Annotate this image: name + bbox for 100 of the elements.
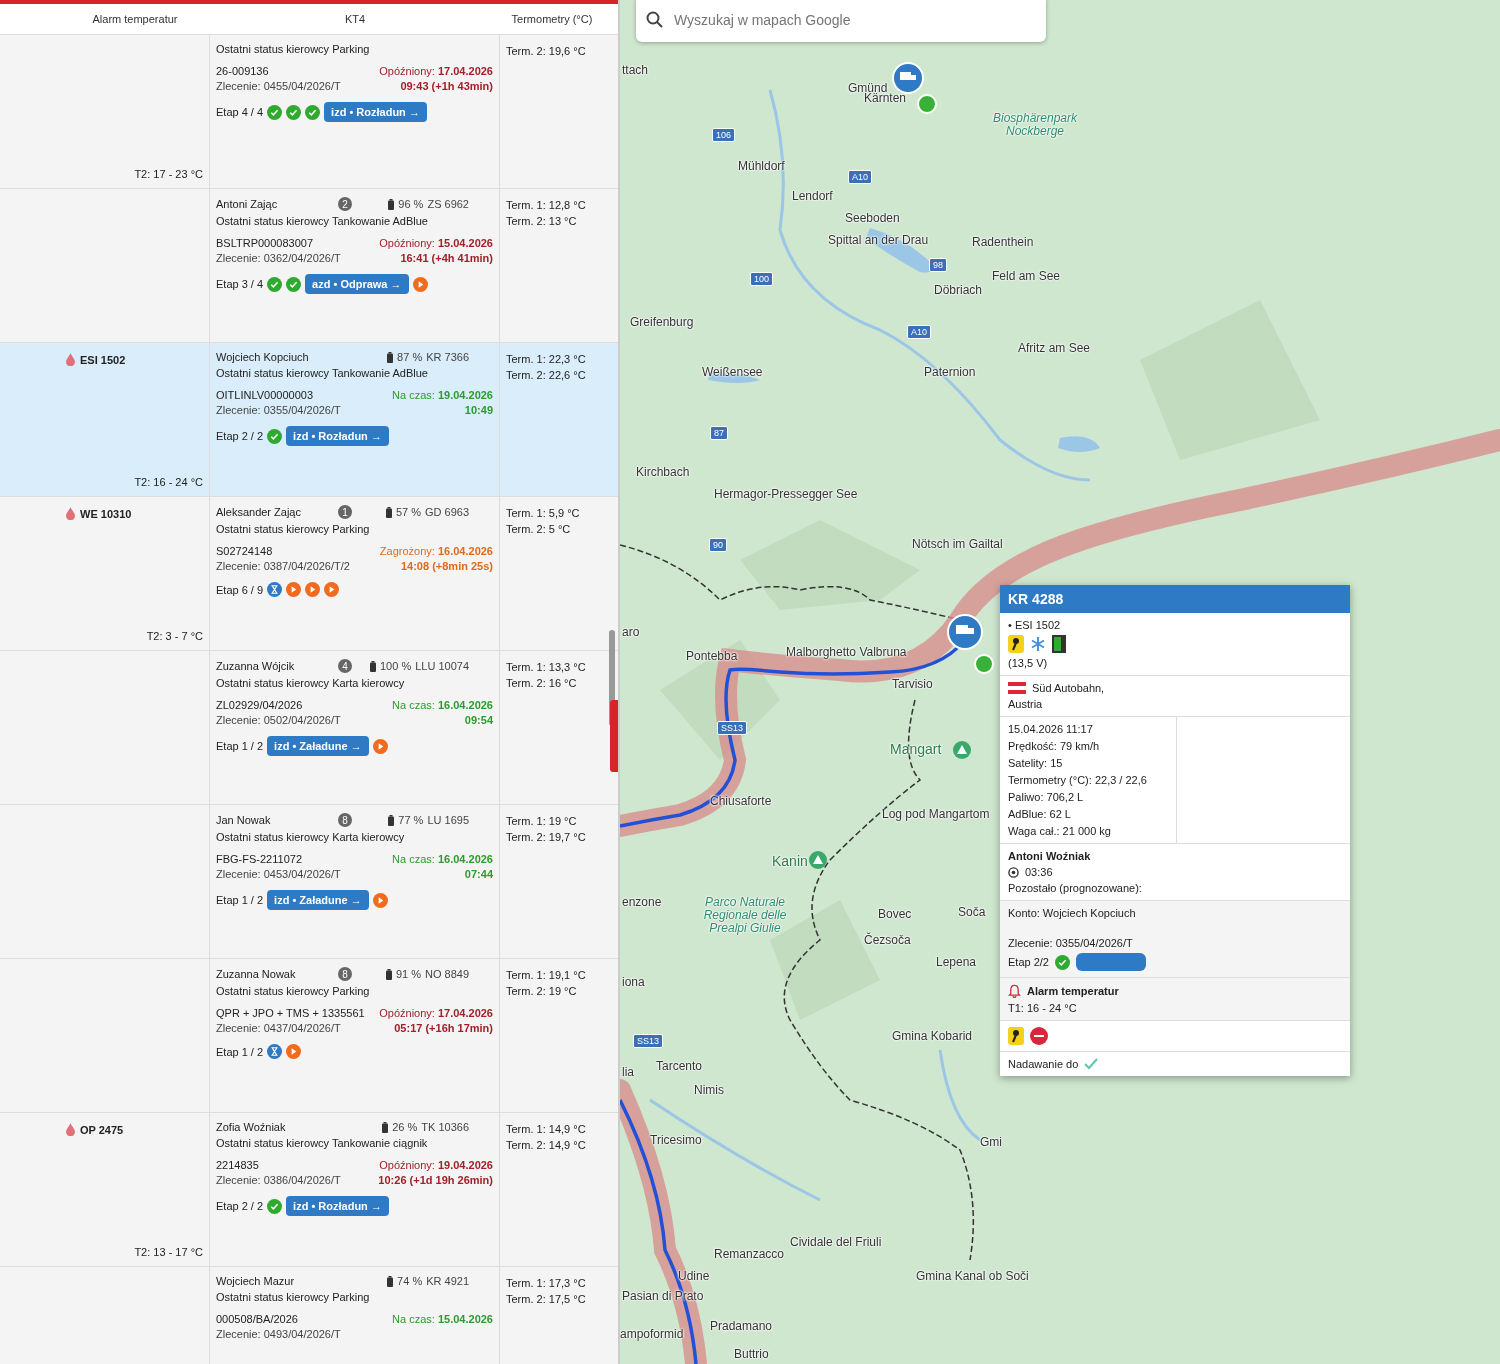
place-label: Čezsoča xyxy=(864,934,911,948)
order-reference: Zlecenie: 0453/04/2026/T xyxy=(216,868,341,880)
eta-date: Zagrożony: 16.04.2026 xyxy=(379,545,493,557)
driver-status: Ostatni status kierowcy Tankowanie AdBlue xyxy=(216,215,429,227)
vehicle-row[interactable] xyxy=(0,497,618,651)
map-view[interactable] xyxy=(620,0,1500,1364)
place-label: Weißensee xyxy=(702,366,763,380)
stage-label: Etap 1 / 2 xyxy=(216,1045,264,1058)
stage-action-button[interactable]: izd • Załadune → xyxy=(267,736,369,756)
driver-count-badge: 8 xyxy=(338,813,352,827)
play-icon[interactable] xyxy=(305,582,321,597)
play-icon[interactable] xyxy=(286,582,302,597)
stage-action-button[interactable]: izd • Rozładun → xyxy=(286,426,389,446)
thermometer-reading: Term. 2: 22,6 °C xyxy=(506,369,587,381)
place-label: Greifenburg xyxy=(630,316,694,330)
thermometer-reading: Term. 1: 14,9 °C xyxy=(506,1123,587,1135)
thermometer-reading: Term. 2: 5 °C xyxy=(506,523,572,535)
driver-status: Ostatni status kierowcy Parking xyxy=(216,1291,371,1303)
clock-icon xyxy=(1008,866,1019,878)
collapse-handle[interactable] xyxy=(610,700,618,772)
place-label: Tricesimo xyxy=(650,1134,702,1148)
place-label: Gmina Kanal ob Soči xyxy=(916,1270,1029,1284)
key-icon xyxy=(1008,635,1024,653)
hourglass-icon xyxy=(267,1044,283,1059)
play-icon[interactable] xyxy=(372,892,388,908)
driver-status: Ostatni status kierowcy Karta kierowcy xyxy=(216,677,406,689)
driver-count-badge: 4 xyxy=(338,659,352,673)
road-number: 87 xyxy=(710,426,728,440)
battery-icon xyxy=(388,198,395,210)
stage-label: Etap 1 / 2 xyxy=(216,894,264,906)
peak-icon xyxy=(953,741,971,759)
stage-label: Etap 4 / 4 xyxy=(216,106,264,118)
eta-date: Na czas: 15.04.2026 xyxy=(392,1313,493,1325)
vehicle-row[interactable] xyxy=(0,1113,618,1267)
vehicle-row[interactable]: Jan Nowak 8 77 % LU 1695 Ostatni status kierowcy Karta kierowcy FBG-FS-2211072 Zlecenie: 0453/04/2026/T Na czas: 16.04.2026 07:44 Etap 1 / 2 izd • Załadune → Term. 1: 19 °C Term. 2: 19,7 °C xyxy=(0,805,618,959)
place-label: Döbriach xyxy=(934,284,983,298)
vehicle-row[interactable]: Wojciech Mazur 74 % KR 4921 Ostatni status kierowcy Parking 000508/BA/2026 Zlecenie: 0493/04/2026/T Na czas: 15.04.2026 Term. 1: 17,3 °C Term. 2: 17,5 °C xyxy=(0,1267,618,1364)
order-number: OITLINLV00000003 xyxy=(216,389,315,401)
truck-marker-icon[interactable] xyxy=(947,614,983,650)
stage-action-button[interactable]: azd • Odprawa → xyxy=(305,274,409,294)
vehicle-row[interactable] xyxy=(0,343,618,497)
battery-icon xyxy=(388,814,395,826)
truck-marker-icon[interactable] xyxy=(892,62,924,94)
detail-text: Termometry (°C): 22,3 / 22,6 xyxy=(1008,774,1148,786)
play-icon[interactable] xyxy=(372,738,388,754)
detail-text: AdBlue: 62 L xyxy=(1008,808,1072,820)
driver-count-badge: 2 xyxy=(338,197,352,211)
place-label: Radenthein xyxy=(972,236,1034,250)
battery-level: 96 % xyxy=(398,198,424,210)
alarm-range: T2: 17 - 23 °C xyxy=(134,168,203,180)
road-number: SS13 xyxy=(717,721,748,735)
place-label: Gmina Kobarid xyxy=(892,1030,973,1044)
thermometer-reading: Term. 1: 17,3 °C xyxy=(506,1277,587,1289)
stage-action-button[interactable]: izd • Rozładun → xyxy=(324,102,427,122)
alarm-range: T2: 16 - 24 °C xyxy=(134,476,203,488)
battery-icon xyxy=(382,1121,389,1133)
plate-number: TK 10366 xyxy=(421,1121,469,1133)
search-field[interactable]: Wyszukaj w mapach Google xyxy=(636,0,1046,42)
place-label: Malborghetto Valbruna xyxy=(786,646,907,660)
key-icon xyxy=(1008,1027,1024,1045)
place-label: Spittal an der Drau xyxy=(828,234,929,248)
place-label: Nimis xyxy=(694,1084,724,1098)
place-label: Gmi xyxy=(980,1136,1002,1150)
thermometer-reading: Term. 1: 22,3 °C xyxy=(506,353,587,365)
eta-time: 09:54 xyxy=(463,714,493,726)
remaining-label: Pozostało (prognozowane): xyxy=(1008,882,1143,894)
battery-icon xyxy=(387,1275,394,1287)
play-icon[interactable] xyxy=(324,582,340,597)
play-icon[interactable] xyxy=(286,1044,302,1059)
vehicle-row[interactable]: Zuzanna Nowak 8 91 % NO 8849 Ostatni status kierowcy Parking QPR + JPO + TMS + 1335561 Zlecenie: 0437/04/2026/T Opóźniony: 17.04.2026 05:17 (+16h 17min) Etap 1 / 2 Term. 1: 19,1 °C Term. 2: 19 °C xyxy=(0,959,618,1113)
plate-number: GD 6963 xyxy=(424,506,469,518)
detail-text: 15.04.2026 11:17 xyxy=(1008,723,1094,735)
play-icon[interactable] xyxy=(412,276,428,292)
drop-icon xyxy=(66,353,75,366)
alarm-vehicle: WE 10310 xyxy=(80,507,132,520)
driver-name: Antoni Woźniak xyxy=(1008,850,1092,862)
road-number: SS13 xyxy=(633,1034,664,1048)
vehicle-row[interactable]: T2: 17 - 23 °C Ostatni status kierowcy Parking 26-009136 Zlecenie: 0455/04/2026/T Opóźniony: 17.04.2026 09:43 (+1h 43min) Etap 4 / 4 izd • Rozładun → Term. 2: 19,6 °C xyxy=(0,35,618,189)
eta-date: Opóźniony: 15.04.2026 xyxy=(379,237,493,249)
place-label: Kanin xyxy=(772,854,808,870)
column-header: KT4 xyxy=(343,13,367,25)
detail-text: Satelity: 15 xyxy=(1008,757,1064,769)
battery-icon xyxy=(385,968,392,980)
voltage-reading: (13,5 V) xyxy=(1008,657,1049,669)
drop-icon xyxy=(66,507,75,520)
alarm-range: T1: 16 - 24 °C xyxy=(1008,1002,1078,1014)
thermometer-reading: Term. 1: 19,1 °C xyxy=(506,969,587,981)
stage-action-button[interactable]: izd • Załadune → xyxy=(267,890,369,910)
stop-sign-icon xyxy=(1030,1027,1048,1045)
place-label: Mühldorf xyxy=(738,160,785,174)
stage-action-button[interactable]: izd • Rozładun → xyxy=(286,1196,389,1216)
eta-date: Na czas: 19.04.2026 xyxy=(392,389,493,401)
place-label: Mangart xyxy=(890,742,942,758)
search-input[interactable]: Wyszukaj w mapach Google xyxy=(672,11,1036,29)
battery-level: 91 % xyxy=(395,968,421,980)
place-label: Nötsch im Gailtal xyxy=(912,538,1003,552)
detail-text: Waga cał.: 21 000 kg xyxy=(1008,825,1112,837)
stage-action-button[interactable] xyxy=(1076,953,1146,971)
driver-status: Ostatni status kierowcy Karta kierowcy xyxy=(216,831,406,843)
stage-label: Etap 2 / 2 xyxy=(216,430,264,442)
